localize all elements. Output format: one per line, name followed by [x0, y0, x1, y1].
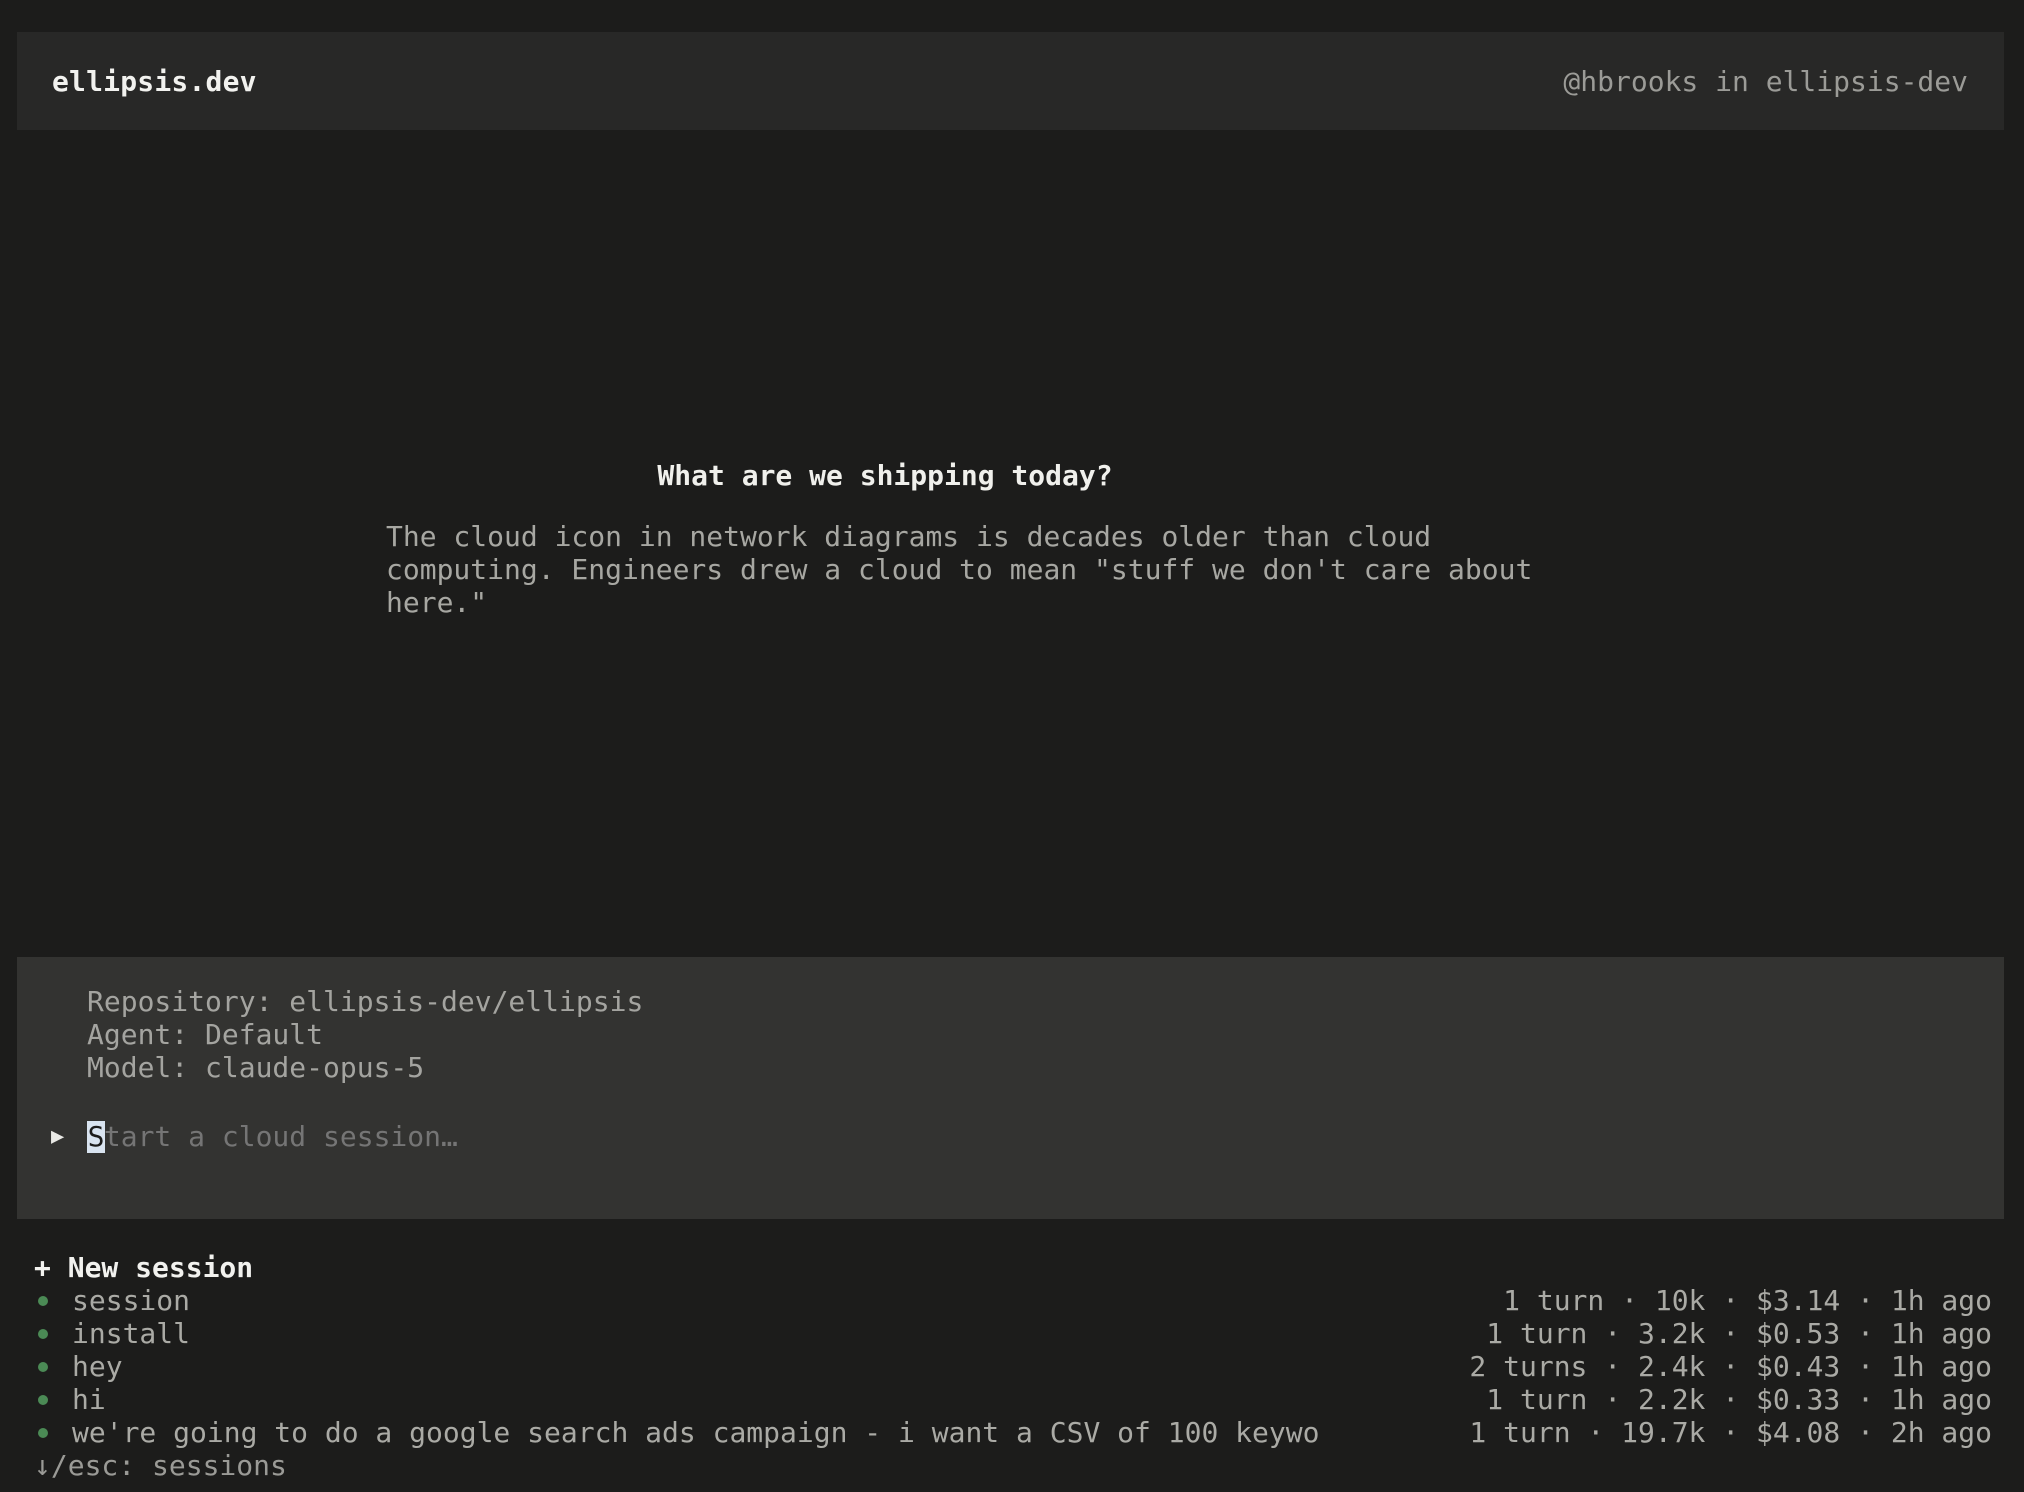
prompt-row: ▶ S	[51, 1120, 1287, 1153]
status-dot-icon	[38, 1328, 48, 1339]
session-meta: 1 turn · 10k · $3.14 · 1h ago	[1503, 1284, 1992, 1317]
brand-logo[interactable]: ellipsis.dev	[52, 65, 257, 98]
session-meta: 1 turn · 3.2k · $0.53 · 1h ago	[1486, 1317, 1992, 1350]
model-label[interactable]: Model: claude-opus-5	[87, 1051, 2004, 1084]
agent-label[interactable]: Agent: Default	[87, 1018, 2004, 1051]
session-list: + New session session 1 turn · 10k · $3.…	[34, 1251, 1992, 1482]
new-session-button[interactable]: + New session	[34, 1251, 1992, 1284]
session-meta: 1 turn · 19.7k · $4.08 · 2h ago	[1469, 1416, 1992, 1449]
session-title: hey	[72, 1350, 123, 1383]
session-composer: Repository: ellipsis-dev/ellipsis Agent:…	[17, 957, 2004, 1219]
status-dot-icon	[38, 1394, 48, 1405]
status-dot-icon	[38, 1361, 48, 1372]
session-title: session	[72, 1284, 191, 1317]
keyboard-hint: ↓/esc: sessions	[34, 1449, 287, 1482]
list-item[interactable]: session 1 turn · 10k · $3.14 · 1h ago	[34, 1284, 1992, 1317]
status-dot-icon	[38, 1427, 48, 1438]
list-item[interactable]: we're going to do a google search ads ca…	[34, 1416, 1992, 1449]
session-title: hi	[72, 1383, 106, 1416]
session-meta: 1 turn · 2.2k · $0.33 · 1h ago	[1486, 1383, 1992, 1416]
session-title: install	[72, 1317, 191, 1350]
session-meta: 2 turns · 2.4k · $0.43 · 1h ago	[1469, 1350, 1992, 1383]
page-title: What are we shipping today?	[657, 459, 1113, 492]
repository-label[interactable]: Repository: ellipsis-dev/ellipsis	[87, 985, 2004, 1018]
user-workspace-label: @hbrooks in ellipsis-dev	[1563, 64, 1968, 98]
top-bar: ellipsis.dev @hbrooks in ellipsis-dev	[17, 32, 2004, 130]
tip-text: The cloud icon in network diagrams is de…	[386, 520, 1533, 619]
list-item[interactable]: hi 1 turn · 2.2k · $0.33 · 1h ago	[34, 1383, 1992, 1416]
text-cursor: S	[87, 1120, 105, 1153]
welcome-panel: What are we shipping today? The cloud ic…	[386, 456, 1636, 619]
list-item[interactable]: hey 2 turns · 2.4k · $0.43 · 1h ago	[34, 1350, 1992, 1383]
prompt-arrow-icon: ▶	[51, 1124, 65, 1149]
session-prompt-input[interactable]	[87, 1120, 1287, 1153]
session-title: we're going to do a google search ads ca…	[72, 1416, 1320, 1449]
status-dot-icon	[38, 1295, 48, 1306]
list-item[interactable]: install 1 turn · 3.2k · $0.53 · 1h ago	[34, 1317, 1992, 1350]
